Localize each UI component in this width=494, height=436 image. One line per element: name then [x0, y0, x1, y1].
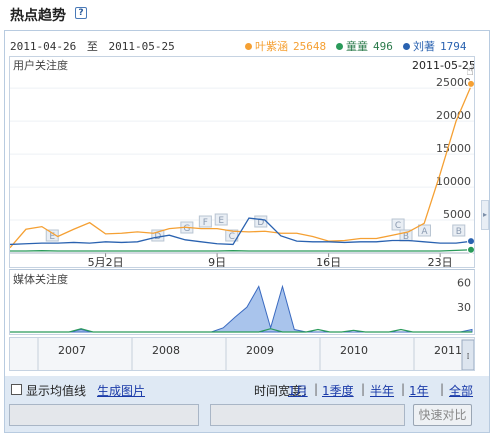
- event-marker-letter: B: [456, 227, 462, 237]
- event-marker-letter: C: [229, 232, 235, 242]
- separator: |: [440, 382, 445, 396]
- generate-image-link[interactable]: 生成图片: [97, 382, 145, 399]
- x-tick-label: 5月2日: [88, 256, 124, 268]
- legend-dot-icon: [336, 43, 343, 50]
- timeline-navigator[interactable]: 2007 2008 2009 2010 2011 ⁞: [9, 337, 475, 371]
- user-attention-svg: 用户关注度 2011-05-25 50001000015000200002500…: [10, 58, 474, 268]
- series-line: [10, 249, 473, 252]
- timeline-year-label: 2010: [340, 344, 368, 357]
- y-tick-label: 20000: [436, 109, 471, 122]
- series-end-point: [467, 79, 474, 88]
- x-tick-label: 9日: [208, 256, 226, 268]
- y-tick-label: 5000: [443, 208, 471, 221]
- compare-keyword-input-1[interactable]: [9, 404, 199, 426]
- event-marker[interactable]: F: [198, 215, 212, 228]
- event-marker[interactable]: E: [214, 213, 228, 226]
- y-tick-label: 60: [457, 276, 471, 289]
- timeline-year-label: 2011: [434, 344, 462, 357]
- y-tick-label: 10000: [436, 175, 471, 188]
- legend-item-yezihan[interactable]: 叶紫涵 25648: [245, 38, 326, 54]
- separator: |: [401, 382, 406, 396]
- event-marker[interactable]: A: [417, 224, 431, 237]
- y-tick-label: 15000: [436, 142, 471, 155]
- legend-value: 1794: [440, 40, 467, 53]
- handle-grip-icon: ⁞: [467, 352, 470, 362]
- series-end-point: [467, 245, 474, 254]
- legend-value: 25648: [293, 40, 327, 53]
- timeline-year-label: 2008: [152, 344, 180, 357]
- legend-value: 496: [373, 40, 393, 53]
- legend-name: 叶紫涵: [255, 40, 288, 53]
- timeline-svg: 2007 2008 2009 2010 2011 ⁞: [37, 338, 474, 370]
- time-width-1-year[interactable]: 1年: [409, 382, 429, 399]
- media-chart-label: 媒体关注度: [13, 272, 68, 286]
- date-range-end: 2011-05-25: [108, 40, 175, 53]
- user-chart-label: 用户关注度: [13, 58, 68, 72]
- y-tick-label: 30: [457, 301, 471, 314]
- event-marker[interactable]: B: [452, 224, 466, 237]
- legend-name: 刘著: [413, 40, 435, 53]
- time-width-half-year[interactable]: 半年: [370, 382, 394, 399]
- date-range-start: 2011-04-26: [10, 40, 77, 53]
- timeline-year-label: 2009: [246, 344, 274, 357]
- user-attention-chart[interactable]: 用户关注度 2011-05-25 5000 10000 15000 20000 2500…: [9, 56, 475, 268]
- timeline-year-label: 2007: [58, 344, 86, 357]
- cursor-hand-icon: ☝: [466, 64, 474, 79]
- event-marker-letter: A: [421, 227, 428, 237]
- event-marker[interactable]: C: [391, 218, 405, 231]
- time-width-all[interactable]: 全部: [449, 382, 473, 399]
- date-range-separator: 至: [86, 40, 98, 53]
- media-area-series: [10, 284, 473, 333]
- time-width-1-quarter[interactable]: 1季度: [322, 382, 354, 399]
- legend-dot-icon: [403, 43, 410, 50]
- legend-name: 童童: [346, 40, 368, 53]
- event-marker-letter: F: [203, 218, 208, 228]
- legend-dot-icon: [245, 43, 252, 50]
- series-end-point: [467, 237, 474, 246]
- separator: |: [361, 382, 366, 396]
- help-icon[interactable]: ?: [75, 7, 87, 19]
- separator: |: [314, 382, 319, 396]
- event-marker-letter: C: [395, 221, 401, 231]
- legend-item-tongtong[interactable]: 童童 496: [336, 38, 393, 54]
- date-range: 2011-04-26 至 2011-05-25: [10, 38, 175, 54]
- side-collapse-handle[interactable]: ▸: [481, 200, 489, 230]
- legend-item-liuzhu[interactable]: 刘著 1794: [403, 38, 467, 54]
- compare-keyword-input-2[interactable]: [210, 404, 405, 426]
- event-marker-letter: G: [183, 224, 190, 234]
- avg-line-label[interactable]: 显示均值线: [26, 382, 86, 399]
- media-attention-svg: 媒体关注度 30 60: [10, 272, 473, 333]
- quick-compare-button[interactable]: 快速对比: [413, 404, 472, 426]
- x-tick-label: 16日: [316, 256, 341, 268]
- media-attention-chart[interactable]: 媒体关注度 30 60: [9, 269, 475, 335]
- page-title: 热点趋势: [10, 8, 66, 24]
- time-width-1-month[interactable]: 1月: [288, 382, 308, 399]
- event-marker[interactable]: D: [254, 215, 268, 228]
- x-tick-label: 23日: [428, 256, 453, 268]
- event-marker-letter: E: [218, 216, 224, 226]
- avg-line-checkbox[interactable]: [11, 384, 22, 395]
